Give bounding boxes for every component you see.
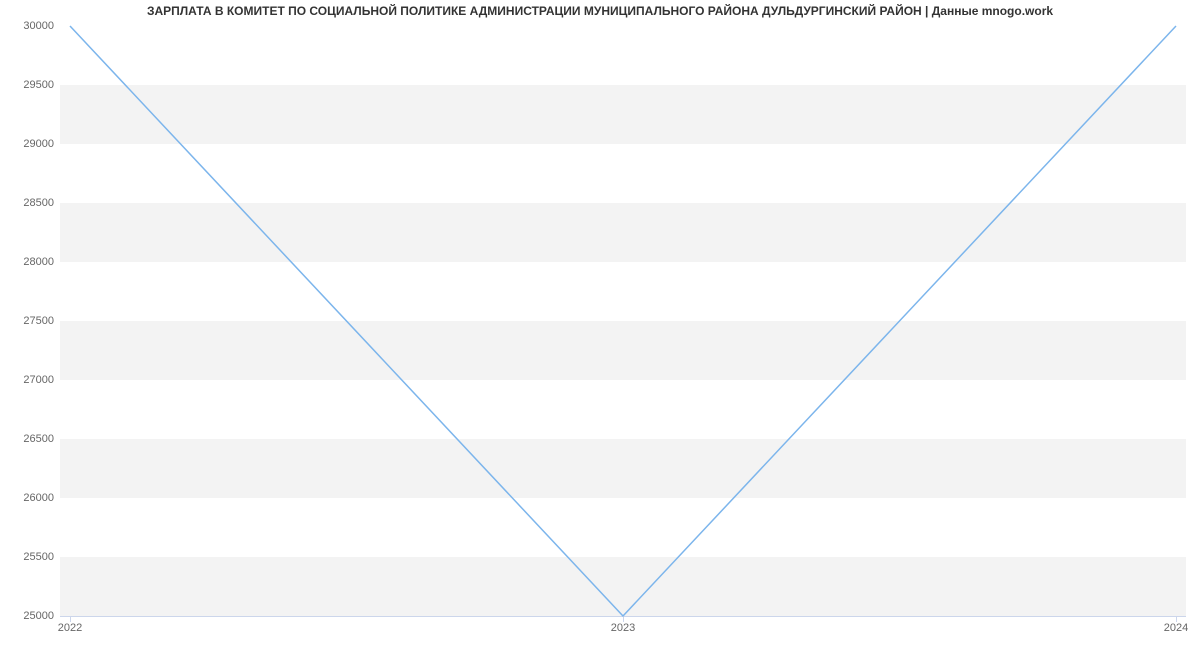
x-tick-label: 2023 — [611, 616, 635, 634]
y-tick-label: 25000 — [23, 610, 60, 622]
series-layer — [60, 26, 1186, 616]
y-tick-label: 28500 — [23, 197, 60, 209]
y-tick-label: 26500 — [23, 433, 60, 445]
plot-area: 2500025500260002650027000275002800028500… — [60, 26, 1186, 616]
chart-container: ЗАРПЛАТА В КОМИТЕТ ПО СОЦИАЛЬНОЙ ПОЛИТИК… — [0, 0, 1200, 650]
y-tick-label: 29500 — [23, 79, 60, 91]
x-tick-label: 2022 — [58, 616, 82, 634]
x-tick-label: 2024 — [1164, 616, 1188, 634]
y-tick-label: 28000 — [23, 256, 60, 268]
y-tick-label: 25500 — [23, 551, 60, 563]
series-line — [70, 26, 1176, 616]
y-tick-label: 30000 — [23, 20, 60, 32]
y-tick-label: 27000 — [23, 374, 60, 386]
y-tick-label: 29000 — [23, 138, 60, 150]
y-tick-label: 27500 — [23, 315, 60, 327]
y-tick-label: 26000 — [23, 492, 60, 504]
chart-title: ЗАРПЛАТА В КОМИТЕТ ПО СОЦИАЛЬНОЙ ПОЛИТИК… — [0, 4, 1200, 18]
